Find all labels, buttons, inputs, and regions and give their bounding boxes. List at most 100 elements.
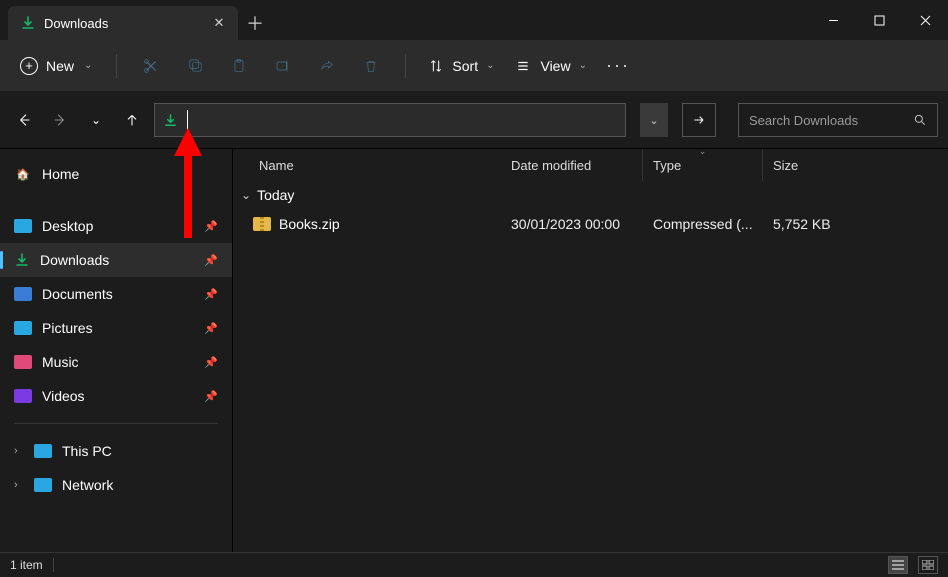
rename-icon [274, 58, 292, 74]
group-label: Today [257, 187, 294, 203]
group-header-today[interactable]: ⌄ Today [233, 181, 948, 207]
new-tab-button[interactable]: ＋ [238, 6, 272, 40]
tab-downloads[interactable]: Downloads ✕ [8, 6, 238, 40]
chevron-down-icon: ⌄ [649, 114, 658, 127]
sidebar-item-desktop[interactable]: Desktop 📌 [0, 209, 232, 243]
minimize-button[interactable] [810, 0, 856, 40]
text-caret [187, 110, 188, 130]
address-bar[interactable] [154, 103, 626, 137]
zip-file-icon [253, 217, 271, 231]
close-window-button[interactable] [902, 0, 948, 40]
file-row[interactable]: Books.zip 30/01/2023 00:00 Compressed (.… [233, 207, 948, 241]
sidebar-item-downloads[interactable]: Downloads 📌 [0, 243, 232, 277]
new-button[interactable]: + New ⌄ [10, 51, 102, 81]
videos-icon [14, 389, 32, 403]
sort-indicator-icon: ⌄ [699, 146, 707, 157]
command-bar: + New ⌄ Sort ⌄ View ⌄ ··· [0, 40, 948, 92]
trash-icon [363, 57, 379, 75]
download-arrow-icon [155, 113, 185, 128]
sidebar-item-label: Documents [42, 286, 113, 302]
pin-icon: 📌 [204, 356, 218, 369]
tab-title: Downloads [44, 16, 202, 31]
details-view-icon [892, 560, 904, 570]
sidebar-item-videos[interactable]: Videos 📌 [0, 379, 232, 413]
search-placeholder: Search Downloads [749, 113, 905, 128]
sidebar-item-label: Network [62, 477, 113, 493]
rename-button[interactable] [263, 48, 303, 84]
maximize-button[interactable] [856, 0, 902, 40]
scissors-icon [142, 57, 160, 75]
toolbar-divider [405, 54, 406, 78]
column-header-name[interactable]: Name [233, 149, 501, 181]
arrow-left-icon [16, 112, 32, 128]
paste-button[interactable] [219, 48, 259, 84]
chevron-down-icon: ⌄ [84, 60, 92, 71]
back-button[interactable] [10, 106, 38, 134]
arrow-right-icon [691, 112, 707, 128]
sidebar-item-label: Videos [42, 388, 85, 404]
column-header-date[interactable]: Date modified [501, 149, 643, 181]
sidebar-item-label: Pictures [42, 320, 93, 336]
chevron-down-icon: ⌄ [91, 113, 101, 127]
file-name: Books.zip [279, 216, 340, 232]
chevron-down-icon: ⌄ [241, 188, 251, 202]
pin-icon: 📌 [204, 220, 218, 233]
copy-button[interactable] [175, 48, 215, 84]
view-label: View [540, 58, 570, 74]
sidebar-item-home[interactable]: 🏠 Home [0, 157, 232, 191]
tab-close-button[interactable]: ✕ [210, 14, 228, 32]
pin-icon: 📌 [204, 254, 218, 267]
home-icon: 🏠 [14, 167, 32, 181]
sidebar-item-label: This PC [62, 443, 112, 459]
address-row: ⌄ ⌄ Search Downloads [0, 92, 948, 148]
search-box[interactable]: Search Downloads [738, 103, 938, 137]
sidebar-item-thispc[interactable]: › This PC [0, 434, 232, 468]
cut-button[interactable] [131, 48, 171, 84]
arrow-up-icon [124, 112, 140, 128]
thumbnails-view-toggle[interactable] [918, 556, 938, 574]
arrow-right-icon [52, 112, 68, 128]
chevron-down-icon: ⌄ [579, 60, 587, 71]
documents-icon [14, 287, 32, 301]
sidebar-item-pictures[interactable]: Pictures 📌 [0, 311, 232, 345]
address-history-button[interactable]: ⌄ [640, 103, 668, 137]
up-button[interactable] [118, 106, 146, 134]
sidebar-item-music[interactable]: Music 📌 [0, 345, 232, 379]
column-label: Name [259, 158, 294, 173]
status-divider [53, 558, 54, 572]
sort-button[interactable]: Sort ⌄ [420, 52, 502, 80]
search-icon [913, 113, 927, 127]
column-header-type[interactable]: ⌄ Type [643, 149, 763, 181]
clipboard-icon [231, 57, 247, 75]
music-icon [14, 355, 32, 369]
download-arrow-icon [20, 15, 36, 31]
recent-locations-button[interactable]: ⌄ [82, 106, 110, 134]
grid-view-icon [922, 560, 934, 570]
view-list-icon [514, 59, 532, 73]
title-bar: Downloads ✕ ＋ [0, 0, 948, 40]
details-view-toggle[interactable] [888, 556, 908, 574]
sidebar-item-documents[interactable]: Documents 📌 [0, 277, 232, 311]
download-arrow-icon [14, 252, 30, 268]
status-bar: 1 item [0, 552, 948, 577]
sidebar-item-label: Downloads [40, 252, 109, 268]
forward-button[interactable] [46, 106, 74, 134]
new-button-label: New [46, 58, 74, 74]
file-list-pane: Name Date modified ⌄ Type Size ⌄ Today B… [232, 148, 948, 552]
share-button[interactable] [307, 48, 347, 84]
sort-icon [428, 58, 444, 74]
file-size: 5,752 KB [763, 216, 879, 232]
more-options-button[interactable]: ··· [599, 55, 637, 76]
column-label: Size [773, 158, 798, 173]
column-header-size[interactable]: Size [763, 149, 879, 181]
file-date: 30/01/2023 00:00 [501, 216, 643, 232]
network-icon [34, 478, 52, 492]
delete-button[interactable] [351, 48, 391, 84]
refresh-go-button[interactable] [682, 103, 716, 137]
sidebar-item-label: Home [42, 166, 79, 182]
sidebar-item-network[interactable]: › Network [0, 468, 232, 502]
pin-icon: 📌 [204, 390, 218, 403]
address-input[interactable] [188, 104, 625, 136]
file-type: Compressed (... [643, 216, 763, 232]
view-button[interactable]: View ⌄ [506, 52, 594, 80]
